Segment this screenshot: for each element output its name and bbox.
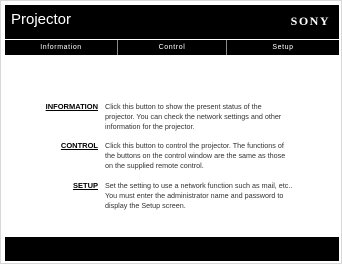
information-link[interactable]: INFORMATION — [46, 102, 98, 112]
description-line: Click this button to show the present st… — [105, 102, 262, 111]
setup-description: Set the setting to use a network functio… — [105, 181, 327, 211]
tab-setup[interactable]: Setup — [227, 40, 339, 55]
description-line: information for the projector. — [105, 122, 195, 131]
description-row-information: INFORMATION Click this button to show th… — [5, 102, 339, 136]
control-link[interactable]: CONTROL — [61, 141, 98, 151]
footer-bar — [5, 237, 339, 261]
nav-bar: Information Control Setup — [5, 40, 339, 55]
description-line: the buttons on the control window are th… — [105, 151, 286, 160]
description-line: Set the setting to use a network functio… — [105, 181, 293, 190]
control-description: Click this button to control the project… — [105, 141, 327, 171]
app-title: Projector — [11, 11, 72, 28]
browser-page: Projector SONY Information Control Setup… — [0, 0, 342, 264]
description-row-setup: SETUP Set the setting to use a network f… — [5, 181, 339, 215]
description-line: Click this button to control the project… — [105, 141, 284, 150]
header-bar: Projector SONY — [5, 5, 339, 39]
brand-logo: SONY — [290, 14, 330, 28]
description-line: projector. You can check the network set… — [105, 112, 282, 121]
description-row-control: CONTROL Click this button to control the… — [5, 141, 339, 175]
information-description: Click this button to show the present st… — [105, 102, 327, 132]
description-line: display the Setup screen. — [105, 201, 186, 210]
tab-information[interactable]: Information — [5, 40, 118, 55]
tab-control[interactable]: Control — [118, 40, 227, 55]
description-line: You must enter the administrator name an… — [105, 191, 284, 200]
setup-link[interactable]: SETUP — [73, 181, 98, 191]
description-line: on the supplied remote control. — [105, 161, 204, 170]
main-content: INFORMATION Click this button to show th… — [5, 55, 339, 235]
